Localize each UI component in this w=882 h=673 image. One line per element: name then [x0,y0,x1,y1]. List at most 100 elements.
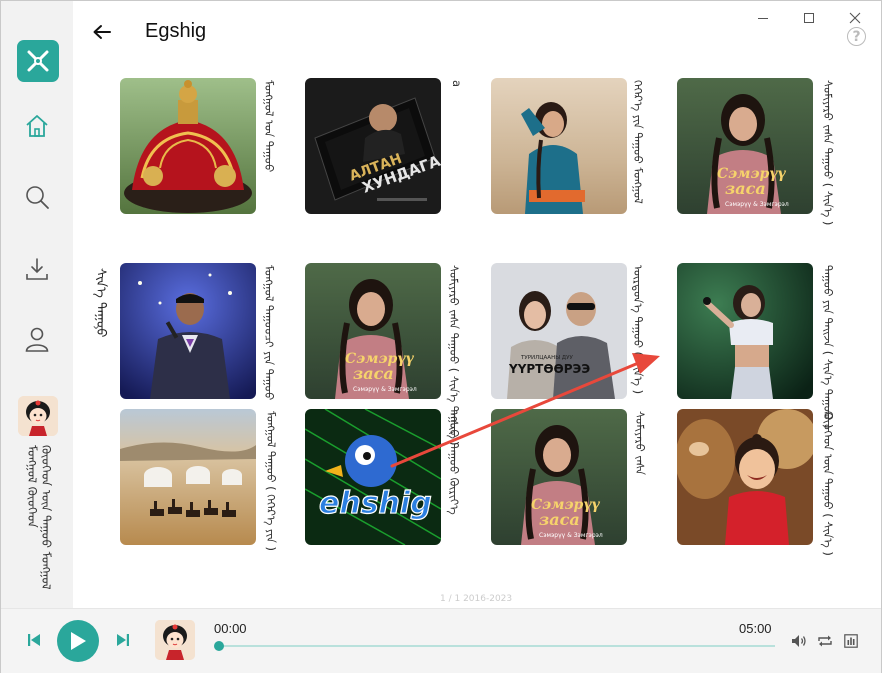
next-icon [117,634,129,646]
cover-text: ТУРИЛЦААНЫ ДУУ [520,355,573,361]
minimize-button[interactable] [753,8,773,28]
cover-text: засa [353,364,394,383]
cover-text: засa [539,510,580,529]
page-title: Egshig [145,20,207,42]
prev-icon [28,634,40,646]
album-cover [120,409,256,545]
smeru-zasa-image: Сэмэрүү засa Сэмэрүү & Зэмгэрэл [491,409,627,545]
player-bar: 00:00 05:00 [1,608,881,673]
album-title: ᠰᠣᠮᠢᠶᠠᠷᠤ ᠵᠠᠰᠠ [633,411,647,476]
download-icon [26,258,48,280]
album-title: ᠬᠡᠭᠡᠷ᠎ᠡ ᠶᠢᠨ ᠳᠠᠭᠤᠤ ᠮᠣᠩᠭᠣᠯ [631,80,645,204]
sidebar-item-home[interactable] [21,110,53,142]
smeru-zasa-image: Сэмэрүү засa Сэмэрүү & Зэмгэрэл [305,263,441,399]
arrow-left-icon [93,25,111,39]
ehshig-logo-image: ehshig [305,409,441,545]
now-playing-avatar[interactable] [18,396,58,436]
album-cover: Сэмэрүү засa Сэмэрүү & Зэмгэрэл [305,263,441,399]
now-playing-subtitle: ᠬᠦᠦᠬᠡᠳ ᠦᠨ ᠳᠠᠭᠤᠤ ᠮᠣᠩᠭᠣᠯ [39,445,53,590]
album-card[interactable]: Сэмэрүү засa Сэмэрүү & Зэмгэрэл ᠰᠣᠮᠢᠶᠠᠷᠤ… [491,409,681,547]
album-title: ᠡᠭᠰᠢᠭ ᠳᠠᠭᠤᠤ ᠬᠦᠷᠢᠶ᠎ᠡ [447,411,461,515]
album-cover [677,409,813,545]
repeat-button[interactable] [816,632,834,650]
repeat-icon [818,635,832,647]
album-title: ᠮᠣᠩᠭᠣᠯ ᠳᠠᠭᠤᠤ ( ᠬᠡᠭᠡᠷ᠎ᠡ ᠶᠢᠨ ) [264,411,278,552]
album-card[interactable]: Сэмэрүү засa Сэмэрүү & Зэмгэрэл ᠰᠣᠮᠢᠶᠠᠷᠤ… [305,263,495,445]
album-cover [120,78,256,214]
player-album-thumbnail[interactable] [155,620,195,660]
equalizer-icon [844,634,858,648]
concert-girl-image [677,263,813,399]
album-cover: ehshig [305,409,441,545]
total-time: 05:00 [739,621,772,636]
sidebar-item-download[interactable] [21,253,53,285]
album-card[interactable]: ᠬᠦᠦᠬᠡᠳ ᠦᠨ ᠳᠠᠭᠤᠤ ( ᠰᠢᠨ᠎ᠡ ) [677,409,867,556]
minimize-icon [758,18,768,19]
altan-khundaga-image: АЛТАН ХУНДАГА [305,78,441,214]
volume-icon [792,635,806,647]
progress-knob[interactable] [214,641,224,651]
album-card[interactable]: ТУРИЛЦААНЫ ДУУ ҮҮРТӨӨРЭЭ ᠦᠷᠳᠦᠨ᠎ᠡ ᠳᠠᠭᠤᠤ (… [491,263,681,401]
cartoon-girl-image [18,396,58,436]
album-cover [677,263,813,399]
help-icon: ? [852,28,861,45]
album-cover [120,263,256,399]
album-title: ᠦᠷᠳᠦᠨ᠎ᠡ ᠳᠠᠭᠤᠤ ( ᠰᠢᠨ᠎ᠡ ) [631,265,645,395]
album-card[interactable]: Сэмэрүү засa Сэмэрүү & Зэмгэрэл ᠰᠣᠮᠢᠶᠠᠷᠤ… [677,78,867,225]
album-card[interactable]: ehshig ᠡᠭᠰᠢᠭ ᠳᠠᠭᠤᠤ ᠬᠦᠷᠢᠶ᠎ᠡ [305,409,495,547]
sidebar-item-profile[interactable] [21,323,53,355]
child-calf-image [677,409,813,545]
album-card[interactable]: ᠬᠡᠭᠡᠷ᠎ᠡ ᠶᠢᠨ ᠳᠠᠭᠤᠤ ᠮᠣᠩᠭᠣᠯ [491,78,681,216]
home-icon [26,115,48,137]
user-icon [25,327,49,352]
album-title: ᠮᠣᠩᠭᠣᠯ ᠳᠠᠭᠤᠤᠴᠢ ᠶᠢᠨ ᠳᠠᠭᠤᠤ [262,265,276,401]
mongolian-hat-image [120,78,256,214]
cover-text: ehshig [319,486,432,521]
equalizer-button[interactable] [842,632,860,650]
album-cover: Сэмэрүү засa Сэмэрүү & Зэмгэрэл [491,409,627,545]
chevron-down-icon[interactable]: ⌄ [91,318,101,332]
cover-text: ҮҮРТӨӨРЭЭ [508,362,590,376]
album-card[interactable]: ᠳᠠᠭᠤᠤ ᠶᠢᠨ ᠲᠠᠢᠵᠠ ( ᠰᠢᠨ᠎ᠡ ᠳᠠᠭᠤᠤ ) [677,263,867,428]
cover-text: Сэмэрүү & Зэмгэрэл [353,386,417,393]
album-card[interactable]: ᠮᠣᠩᠭᠣᠯ ᠳᠠᠭᠤᠤ ( ᠬᠡᠭᠡᠷ᠎ᠡ ᠶᠢᠨ ) [120,409,310,551]
current-time: 00:00 [214,621,247,636]
album-card[interactable]: ᠮᠣᠩᠭᠣᠯ ᠤᠨ ᠳᠠᠭᠤᠤ [120,78,310,216]
album-card[interactable]: АЛТАН ХУНДАГА a [305,78,495,216]
help-button[interactable]: ? [847,27,866,46]
sidebar-item-search[interactable] [21,181,53,213]
maximize-icon [804,13,814,23]
maximize-button[interactable] [799,8,819,28]
album-title: a [450,80,464,88]
album-title: ᠬᠦᠦᠬᠡᠳ ᠦᠨ ᠳᠠᠭᠤᠤ ( ᠰᠢᠨ᠎ᠡ ) [821,411,835,556]
now-playing-title: ᠮᠣᠩᠭᠣᠯ ᠬᠦᠦᠬᠡᠳ [25,445,39,528]
list-footer-hint: 1 / 1 2016-2023 [440,594,513,604]
previous-button[interactable] [25,631,43,649]
album-title: ᠳᠠᠭᠤᠤ ᠶᠢᠨ ᠲᠠᠢᠵᠠ ( ᠰᠢᠨ᠎ᠡ ᠳᠠᠭᠤᠤ ) [821,265,835,429]
album-cover [491,78,627,214]
back-button[interactable] [90,20,114,44]
cover-text: засa [725,179,766,198]
album-cover: ТУРИЛЦААНЫ ДУУ ҮҮРТӨӨРЭЭ [491,263,627,399]
urtuuchuud-image: ТУРИЛЦААНЫ ДУУ ҮҮРТӨӨРЭЭ [491,263,627,399]
close-icon [849,12,861,24]
app-logo[interactable] [17,40,59,82]
logo-icon [27,50,49,72]
cartoon-girl-image [155,620,195,660]
yurt-horses-image [120,409,256,545]
album-card[interactable]: ᠮᠣᠩᠭᠣᠯ ᠳᠠᠭᠤᠤᠴᠢ ᠶᠢᠨ ᠳᠠᠭᠤᠤ [120,263,310,401]
next-button[interactable] [114,631,132,649]
album-cover: АЛТАН ХУНДАГА [305,78,441,214]
cover-text: Сэмэрүү & Зэмгэрэл [725,201,789,208]
album-title: ᠰᠣᠮᠢᠶᠠᠷᠤ ᠵᠠᠰᠠ ᠳᠠᠭᠤᠤ ( ᠰᠢᠨ᠎ᠡ ) [821,80,835,226]
close-button[interactable] [845,8,865,28]
singer-stage-image [120,263,256,399]
sidebar: ᠮᠣᠩᠭᠣᠯ ᠬᠦᠦᠬᠡᠳ ᠬᠦᠦᠬᠡᠳ ᠦᠨ ᠳᠠᠭᠤᠤ ᠮᠣᠩᠭᠣᠯ [1,1,73,608]
play-button[interactable] [57,620,99,662]
progress-bar[interactable] [219,645,775,647]
volume-button[interactable] [790,632,808,650]
play-icon [71,632,86,650]
album-title: ᠮᠣᠩᠭᠣᠯ ᠤᠨ ᠳᠠᠭᠤᠤ [262,80,276,173]
smeru-zasa-image: Сэмэрүү засa Сэмэрүү & Зэмгэрэл [677,78,813,214]
steppe-girl-image [491,78,627,214]
